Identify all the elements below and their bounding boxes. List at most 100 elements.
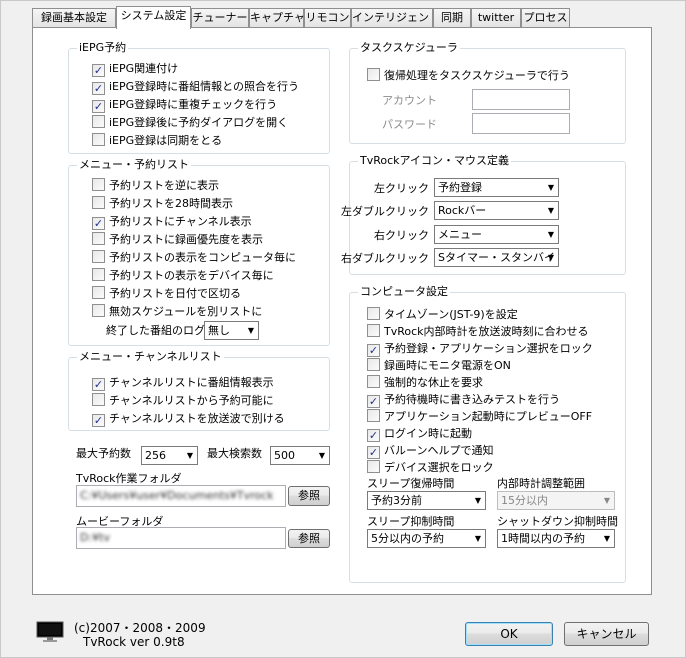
sleep-resume-select[interactable]: 予約3分前 ▼ <box>367 491 486 510</box>
max-reservations-label: 最大予約数 <box>76 447 131 460</box>
computer-checkbox-lock-device[interactable]: デバイス選択をロック <box>367 460 494 476</box>
checkbox[interactable]: ✓ <box>367 395 380 408</box>
reslist-checkbox-date-separator[interactable]: 予約リストを日付で区切る <box>92 286 241 302</box>
sleep-suppress-select[interactable]: 5分以内の予約 ▼ <box>367 529 486 548</box>
checkbox[interactable] <box>367 68 380 81</box>
right-double-click-select[interactable]: Sタイマー・スタンバイ ▼ <box>434 248 559 267</box>
password-label: パスワード <box>382 118 437 131</box>
tab-tuner[interactable]: チューナー <box>191 8 249 28</box>
max-reservations-select[interactable]: 256 ▼ <box>141 446 198 465</box>
right-double-click-label: 右ダブルクリック <box>341 252 429 265</box>
reslist-checkbox-per-device[interactable]: 予約リストの表示をデバイス毎に <box>92 268 274 284</box>
checkbox[interactable]: ✓ <box>92 378 105 391</box>
computer-checkbox-lock-app[interactable]: ✓ 予約登録・アプリケーション選択をロック <box>367 341 593 357</box>
computer-checkbox-timezone[interactable]: タイムゾーン(JST-9)を設定 <box>367 307 518 323</box>
iepg-checkbox-open-dialog[interactable]: iEPG登録後に予約ダイアログを開く <box>92 115 288 131</box>
checkbox[interactable] <box>92 178 105 191</box>
checkbox[interactable] <box>367 375 380 388</box>
left-double-click-select[interactable]: Rockバー ▼ <box>434 201 559 220</box>
tab-intelligent[interactable]: インテリジェント <box>351 8 433 28</box>
movie-folder-browse-button[interactable]: 参照 <box>288 529 330 548</box>
checkbox[interactable]: ✓ <box>367 344 380 357</box>
computer-checkbox-write-test[interactable]: ✓ 予約待機時に書き込みテストを行う <box>367 392 560 408</box>
chevron-down-icon: ▼ <box>547 206 554 215</box>
checkbox[interactable] <box>367 358 380 371</box>
chlist-checkbox-program-info[interactable]: ✓ チャンネルリストに番組情報表示 <box>92 375 274 391</box>
reslist-checkbox-28h[interactable]: 予約リストを28時間表示 <box>92 196 233 212</box>
computer-settings-group-title: コンピュータ設定 <box>358 285 450 299</box>
right-click-select[interactable]: メニュー ▼ <box>434 225 559 244</box>
computer-checkbox-balloon[interactable]: ✓ バルーンヘルプで通知 <box>367 443 493 459</box>
iepg-checkbox-sync[interactable]: iEPG登録は同期をとる <box>92 133 222 149</box>
tab-process[interactable]: プロセス <box>521 8 570 28</box>
left-click-label: 左クリック <box>374 182 429 195</box>
movie-folder-input[interactable]: D:¥tv <box>76 527 286 549</box>
work-folder-input[interactable]: C:¥Users¥user¥Documents¥Tvrock <box>76 485 286 507</box>
checkbox[interactable] <box>367 324 380 337</box>
checkbox[interactable] <box>92 133 105 146</box>
work-folder-browse-button[interactable]: 参照 <box>288 486 330 506</box>
tab-panel-system: iEPG予約 ✓ iEPG関連付け ✓ iEPG登録時に番組情報との照合を行う ✓ i… <box>32 27 652 595</box>
checkbox[interactable]: ✓ <box>367 429 380 442</box>
computer-checkbox-force-hibernate[interactable]: 強制的な休止を要求 <box>367 375 483 391</box>
checkbox[interactable]: ✓ <box>367 446 380 459</box>
checkbox[interactable] <box>92 286 105 299</box>
shutdown-suppress-label: シャットダウン抑制時間 <box>497 515 618 528</box>
chevron-down-icon: ▼ <box>547 230 554 239</box>
iepg-checkbox-associate[interactable]: ✓ iEPG関連付け <box>92 61 178 77</box>
tab-twitter[interactable]: twitter <box>471 8 521 28</box>
sleep-suppress-label: スリープ抑制時間 <box>367 515 455 528</box>
account-input[interactable] <box>472 89 570 110</box>
checkbox[interactable] <box>92 196 105 209</box>
checkbox[interactable] <box>92 115 105 128</box>
chlist-checkbox-reservable[interactable]: チャンネルリストから予約可能に <box>92 393 274 409</box>
chevron-down-icon: ▼ <box>318 451 325 460</box>
max-search-select[interactable]: 500 ▼ <box>270 446 330 465</box>
checkbox[interactable] <box>367 307 380 320</box>
checkbox[interactable] <box>367 460 380 473</box>
iepg-checkbox-match-info[interactable]: ✓ iEPG登録時に番組情報との照合を行う <box>92 79 299 95</box>
password-input[interactable] <box>472 113 570 134</box>
tab-system[interactable]: システム設定 <box>116 6 191 29</box>
computer-checkbox-clock-sync[interactable]: TvRock内部時計を放送波時刻に合わせる <box>367 324 589 340</box>
channel-list-group: メニュー・チャンネルリスト ✓ チャンネルリストに番組情報表示 チャンネルリストか… <box>68 350 330 431</box>
checkbox[interactable] <box>92 393 105 406</box>
tab-sync[interactable]: 同期 <box>433 8 471 28</box>
computer-checkbox-preview-off[interactable]: アプリケーション起動時にプレビューOFF <box>367 409 592 425</box>
chevron-down-icon: ▼ <box>247 326 254 335</box>
task-scheduler-checkbox[interactable]: 復帰処理をタスクスケジューラで行う <box>367 68 570 84</box>
checkbox[interactable] <box>92 250 105 263</box>
computer-checkbox-monitor-on[interactable]: 録画時にモニタ電源をON <box>367 358 511 374</box>
chevron-down-icon: ▼ <box>547 183 554 192</box>
reservation-list-group: メニュー・予約リスト 予約リストを逆に表示 予約リストを28時間表示 ✓ 予約リス… <box>68 158 330 346</box>
chlist-checkbox-broadcast-split[interactable]: ✓ チャンネルリストを放送波で別ける <box>92 411 285 427</box>
reslist-checkbox-per-computer[interactable]: 予約リストの表示をコンピュータ毎に <box>92 250 296 266</box>
tab-capture[interactable]: キャプチャ <box>249 8 304 28</box>
tab-recording-basic[interactable]: 録画基本設定 <box>32 8 116 28</box>
iepg-checkbox-duplicate-check[interactable]: ✓ iEPG登録時に重複チェックを行う <box>92 97 277 113</box>
checkbox[interactable] <box>367 409 380 422</box>
checkbox[interactable] <box>92 304 105 317</box>
settings-window: 録画基本設定 システム設定 チューナー キャプチャ リモコン インテリジェント … <box>0 0 686 658</box>
sleep-resume-label: スリープ復帰時間 <box>367 477 455 490</box>
checkbox[interactable]: ✓ <box>92 217 105 230</box>
tab-remote[interactable]: リモコン <box>304 8 351 28</box>
chevron-down-icon: ▼ <box>603 534 610 543</box>
reslist-checkbox-reverse[interactable]: 予約リストを逆に表示 <box>92 178 219 194</box>
reslist-checkbox-channel[interactable]: ✓ 予約リストにチャンネル表示 <box>92 214 252 230</box>
reslist-checkbox-priority[interactable]: 予約リストに録画優先度を表示 <box>92 232 263 248</box>
checkbox[interactable]: ✓ <box>92 414 105 427</box>
ended-log-select[interactable]: 無し ▼ <box>204 321 259 340</box>
checkbox[interactable] <box>92 232 105 245</box>
checkbox[interactable]: ✓ <box>92 82 105 95</box>
ok-button[interactable]: OK <box>465 622 553 646</box>
reslist-checkbox-invalid-separate[interactable]: 無効スケジュールを別リストに <box>92 304 262 320</box>
computer-checkbox-login-start[interactable]: ✓ ログイン時に起動 <box>367 426 472 442</box>
checkbox[interactable] <box>92 268 105 281</box>
clock-adjust-select[interactable]: 15分以内 ▼ <box>497 491 615 510</box>
checkbox[interactable]: ✓ <box>92 64 105 77</box>
shutdown-suppress-select[interactable]: 1時間以内の予約 ▼ <box>497 529 615 548</box>
checkbox[interactable]: ✓ <box>92 100 105 113</box>
left-click-select[interactable]: 予約登録 ▼ <box>434 178 559 197</box>
cancel-button[interactable]: キャンセル <box>564 622 649 646</box>
